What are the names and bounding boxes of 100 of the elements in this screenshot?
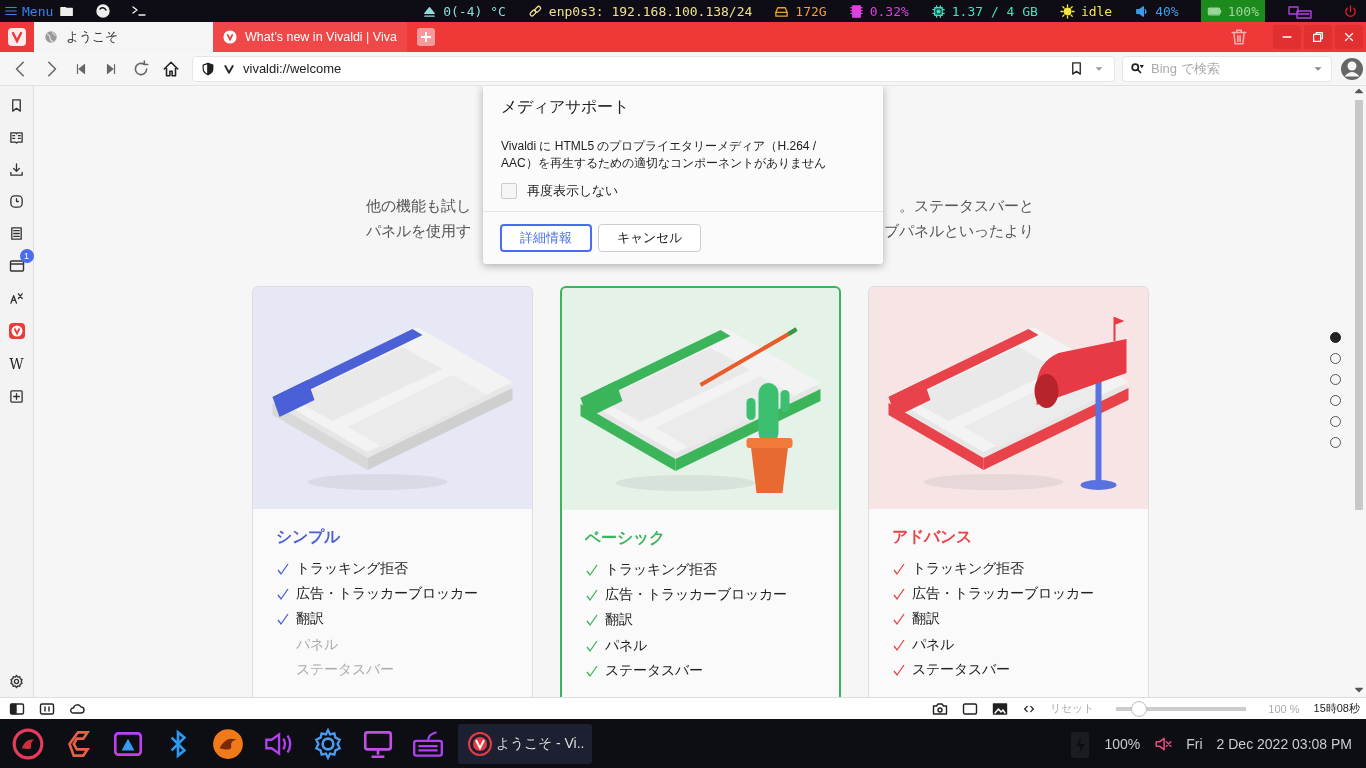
- bookmark-icon[interactable]: [1069, 61, 1084, 76]
- status-text: 100%: [1227, 3, 1259, 19]
- v-icon: [223, 62, 235, 75]
- tiling-icon[interactable]: [39, 700, 55, 717]
- feature-text: 翻訳: [604, 611, 633, 630]
- image-icon[interactable]: [992, 700, 1009, 717]
- restore-button[interactable]: [1304, 25, 1332, 49]
- window-icon: [8, 258, 25, 274]
- feature-text: ステータスバー: [604, 662, 703, 681]
- vivaldi-logo: [8, 28, 26, 46]
- browser-tab[interactable]: What’s new in Vivaldi | Viva: [213, 22, 407, 52]
- status-text: 172G: [795, 3, 827, 19]
- new-tab-button[interactable]: [416, 28, 435, 46]
- translate-icon: [9, 291, 24, 306]
- status-text: 1.37 / 4 GB: [951, 3, 1038, 19]
- plan-title: ベーシック: [584, 528, 666, 548]
- dialog-title: メディアサポート: [500, 97, 630, 117]
- vivaldi-icon: [223, 30, 237, 44]
- cancel-button[interactable]: キャンセル: [598, 224, 701, 252]
- keyboard-icon[interactable]: [1287, 3, 1313, 19]
- feature-text: パネル: [604, 636, 647, 655]
- notes-panel-button[interactable]: [9, 226, 24, 241]
- bookmark-panel-button[interactable]: [9, 98, 24, 113]
- status-text: 0.32%: [869, 3, 909, 19]
- vivaldi-panel-button[interactable]: [8, 323, 25, 339]
- clock: 15時08秒: [1313, 701, 1360, 716]
- camera-icon[interactable]: [932, 700, 949, 717]
- settings-button[interactable]: [9, 674, 24, 689]
- close-icon: [1342, 30, 1356, 44]
- window-icon[interactable]: [962, 700, 979, 717]
- translate-panel-button[interactable]: [9, 291, 24, 306]
- window-panel-button[interactable]: [8, 258, 25, 274]
- browser-tab[interactable]: ようこそ: [34, 22, 213, 52]
- cpu-icon: [848, 3, 864, 19]
- folder-icon[interactable]: [59, 4, 76, 18]
- feature-text: 広告・トラッカーブロッカー: [911, 585, 1094, 604]
- add-panel-button[interactable]: [9, 389, 24, 404]
- intro-text: 。ステータスバーと: [899, 196, 1034, 216]
- plus-square-icon: [9, 389, 24, 404]
- vivaldi-icon: [466, 729, 494, 758]
- dialog-message: Vivaldi に HTML5 のプロプライエタリーメディア（H.264 / AAC）を再生するための適切なコンポーネントがありません: [500, 138, 827, 172]
- feature-text: 翻訳: [295, 610, 324, 629]
- globe-icon: [44, 30, 58, 44]
- search-input[interactable]: Bing で検索: [1149, 60, 1307, 77]
- address-field[interactable]: vivaldi://welcome: [192, 55, 1115, 82]
- notification-badge: 1: [19, 249, 34, 263]
- plan-card[interactable]: ベーシック トラッキング拒否 広告・トラッカーブロッカー 翻訳 パネル ステータスバー: [559, 286, 841, 697]
- minimize-button[interactable]: [1273, 25, 1301, 49]
- shield-icon: [201, 61, 215, 76]
- download-panel-button[interactable]: [9, 162, 24, 177]
- feature-text: パネル: [911, 635, 954, 654]
- book-icon: [9, 130, 24, 145]
- wikipedia-panel-button[interactable]: W: [9, 356, 24, 372]
- feature-text: 広告・トラッカーブロッカー: [604, 586, 787, 605]
- feature-text: 翻訳: [911, 610, 940, 629]
- details-button[interactable]: 詳細情報: [500, 224, 592, 252]
- menu-button[interactable]: Menu: [4, 3, 60, 19]
- clock-panel-button[interactable]: [9, 194, 24, 209]
- book-panel-button[interactable]: [9, 130, 24, 145]
- checkbox[interactable]: [501, 183, 517, 199]
- search-field[interactable]: Bing で検索: [1122, 55, 1332, 82]
- reload-icon: [132, 59, 150, 78]
- vivaldi-logo-icon: [8, 323, 25, 339]
- plus-icon: [419, 31, 432, 43]
- feature-text: トラッキング拒否: [911, 559, 1024, 578]
- rewind-icon: [74, 61, 88, 76]
- avatar-icon[interactable]: [1340, 56, 1364, 81]
- feature-text: ステータスバー: [295, 661, 394, 680]
- bookmark-icon: [9, 98, 24, 113]
- scrollbar-thumb[interactable]: [1355, 100, 1363, 510]
- intro-text: ブパネルといったより: [884, 221, 1034, 241]
- panel-toggle-icon[interactable]: [9, 700, 25, 717]
- status-text: 40%: [1155, 3, 1179, 19]
- search-icon: [1129, 61, 1145, 76]
- plan-card[interactable]: アドバンス トラッキング拒否 広告・トラッカーブロッカー 翻訳 パネル ステータスバー: [867, 286, 1149, 697]
- intro-text: 他の機能も試し: [366, 196, 471, 216]
- status-text: enp0s3: 192.168.100.138/24: [548, 3, 753, 19]
- link-icon: [527, 3, 543, 19]
- clock-icon: [9, 194, 24, 209]
- power-icon[interactable]: [1343, 3, 1358, 19]
- page-dot[interactable]: [1330, 332, 1341, 343]
- speaker-icon: [1134, 3, 1150, 19]
- intro-text: パネルを使用す: [366, 221, 471, 241]
- status-text: idle: [1080, 3, 1113, 19]
- plan-title: アドバンス: [891, 527, 973, 547]
- plan-card[interactable]: シンプル トラッキング拒否 広告・トラッカーブロッカー 翻訳 パネル ステータスバー: [251, 286, 533, 697]
- slider-thumb[interactable]: [1130, 700, 1147, 717]
- restore-icon: [1311, 30, 1325, 44]
- zoom-level: 100 %: [1268, 702, 1300, 715]
- sun-icon: [1059, 3, 1075, 19]
- feature-text: 広告・トラッカーブロッカー: [295, 585, 478, 604]
- fast-forward-icon: [104, 61, 118, 76]
- checkbox-label: 再度表示しない: [527, 182, 618, 200]
- download-icon: [9, 162, 24, 177]
- date-time: 2 Dec 2022 03:08 PM: [1216, 735, 1352, 752]
- minimize-icon: [1282, 36, 1292, 38]
- scroll-down-icon[interactable]: [1354, 685, 1364, 695]
- task-button[interactable]: ようこそ - Vi..: [458, 723, 593, 764]
- close-button[interactable]: [1335, 25, 1363, 49]
- settings-icon: [9, 674, 24, 689]
